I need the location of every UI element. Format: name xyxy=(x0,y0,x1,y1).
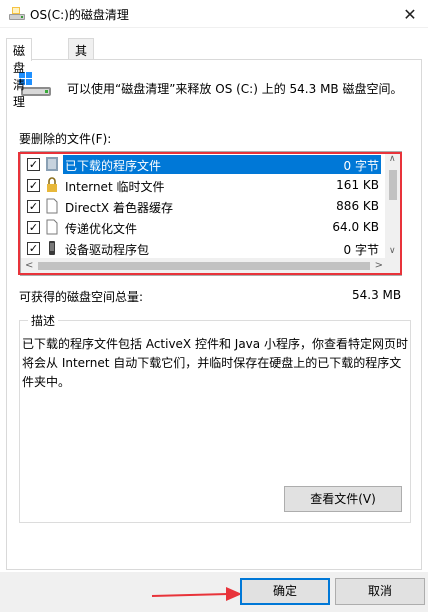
horizontal-scrollbar[interactable]: < > xyxy=(21,258,401,275)
file-name: Internet 临时文件 xyxy=(65,180,165,194)
window-title: OS(C:)的磁盘清理 xyxy=(30,8,129,22)
file-icon xyxy=(46,198,58,214)
scroll-down-icon[interactable]: ∨ xyxy=(389,246,396,256)
list-item[interactable]: ✓ DirectX 着色器缓存 886 KB xyxy=(21,196,387,217)
close-button[interactable]: ✕ xyxy=(392,0,428,28)
checkbox[interactable]: ✓ xyxy=(27,179,40,192)
description-group: 描述 已下载的程序文件包括 ActiveX 控件和 Java 小程序，你查看特定… xyxy=(19,312,411,523)
scroll-up-icon[interactable]: ∧ xyxy=(389,154,396,164)
tab-panel: 可以使用“磁盘清理”来释放 OS (C:) 上的 54.3 MB 磁盘空间。 要… xyxy=(6,59,422,570)
file-size: 0 字节 xyxy=(343,243,379,257)
ok-button[interactable]: 确定 xyxy=(240,578,330,605)
list-item[interactable]: ✓ 传递优化文件 64.0 KB xyxy=(21,217,387,238)
summary-text: 可以使用“磁盘清理”来释放 OS (C:) 上的 54.3 MB 磁盘空间。 xyxy=(67,82,403,96)
description-text: 已下载的程序文件包括 ActiveX 控件和 Java 小程序，你查看特定网页时… xyxy=(22,337,408,389)
checkbox[interactable]: ✓ xyxy=(27,221,40,234)
lock-icon xyxy=(47,177,57,192)
file-name: 设备驱动程序包 xyxy=(65,243,150,257)
title-bar: OS(C:)的磁盘清理 ✕ xyxy=(0,0,428,28)
scroll-left-icon[interactable]: < xyxy=(25,260,33,271)
file-size: 886 KB xyxy=(336,199,379,213)
tab-disk-cleanup[interactable]: 磁盘清理 xyxy=(6,38,33,109)
file-name: 传递优化文件 xyxy=(65,222,138,236)
vertical-scrollbar[interactable]: ∧ ∨ xyxy=(385,152,401,258)
total-space-value: 54.3 MB xyxy=(352,288,402,302)
device-icon xyxy=(49,241,55,255)
file-name: 已下载的程序文件 xyxy=(63,155,313,174)
disk-cleanup-app-icon xyxy=(9,7,25,20)
file-icon xyxy=(46,219,58,235)
description-title: 描述 xyxy=(28,312,59,329)
file-size: 64.0 KB xyxy=(332,220,379,234)
checkbox[interactable]: ✓ xyxy=(27,242,40,255)
file-name: DirectX 着色器缓存 xyxy=(65,201,173,215)
close-icon: ✕ xyxy=(403,4,417,24)
scroll-thumb[interactable] xyxy=(389,170,397,200)
list-item[interactable]: ✓ Internet 临时文件 161 KB xyxy=(21,175,387,196)
annotation-arrow-icon xyxy=(151,587,242,601)
total-space-label: 可获得的磁盘空间总量: xyxy=(19,290,144,304)
scroll-thumb[interactable] xyxy=(38,262,370,270)
files-list[interactable]: ✓ 已下载的程序文件 0 字节 ✓ Internet 临时文件 161 KB ✓ xyxy=(20,151,402,276)
list-item[interactable]: ✓ 已下载的程序文件 0 字节 xyxy=(21,154,387,175)
download-folder-icon xyxy=(46,157,58,171)
cancel-button[interactable]: 取消 xyxy=(335,578,425,605)
tab-more-options[interactable]: 其他选项 xyxy=(68,38,95,109)
list-item[interactable]: ✓ 设备驱动程序包 0 字节 xyxy=(21,238,387,259)
scroll-right-icon[interactable]: > xyxy=(375,260,383,271)
files-to-delete-label: 要删除的文件(F): xyxy=(19,132,112,146)
file-size: 161 KB xyxy=(336,178,379,192)
file-size: 0 字节 xyxy=(307,155,381,174)
checkbox[interactable]: ✓ xyxy=(27,158,40,171)
checkbox[interactable]: ✓ xyxy=(27,200,40,213)
view-files-button[interactable]: 查看文件(V) xyxy=(284,486,402,512)
